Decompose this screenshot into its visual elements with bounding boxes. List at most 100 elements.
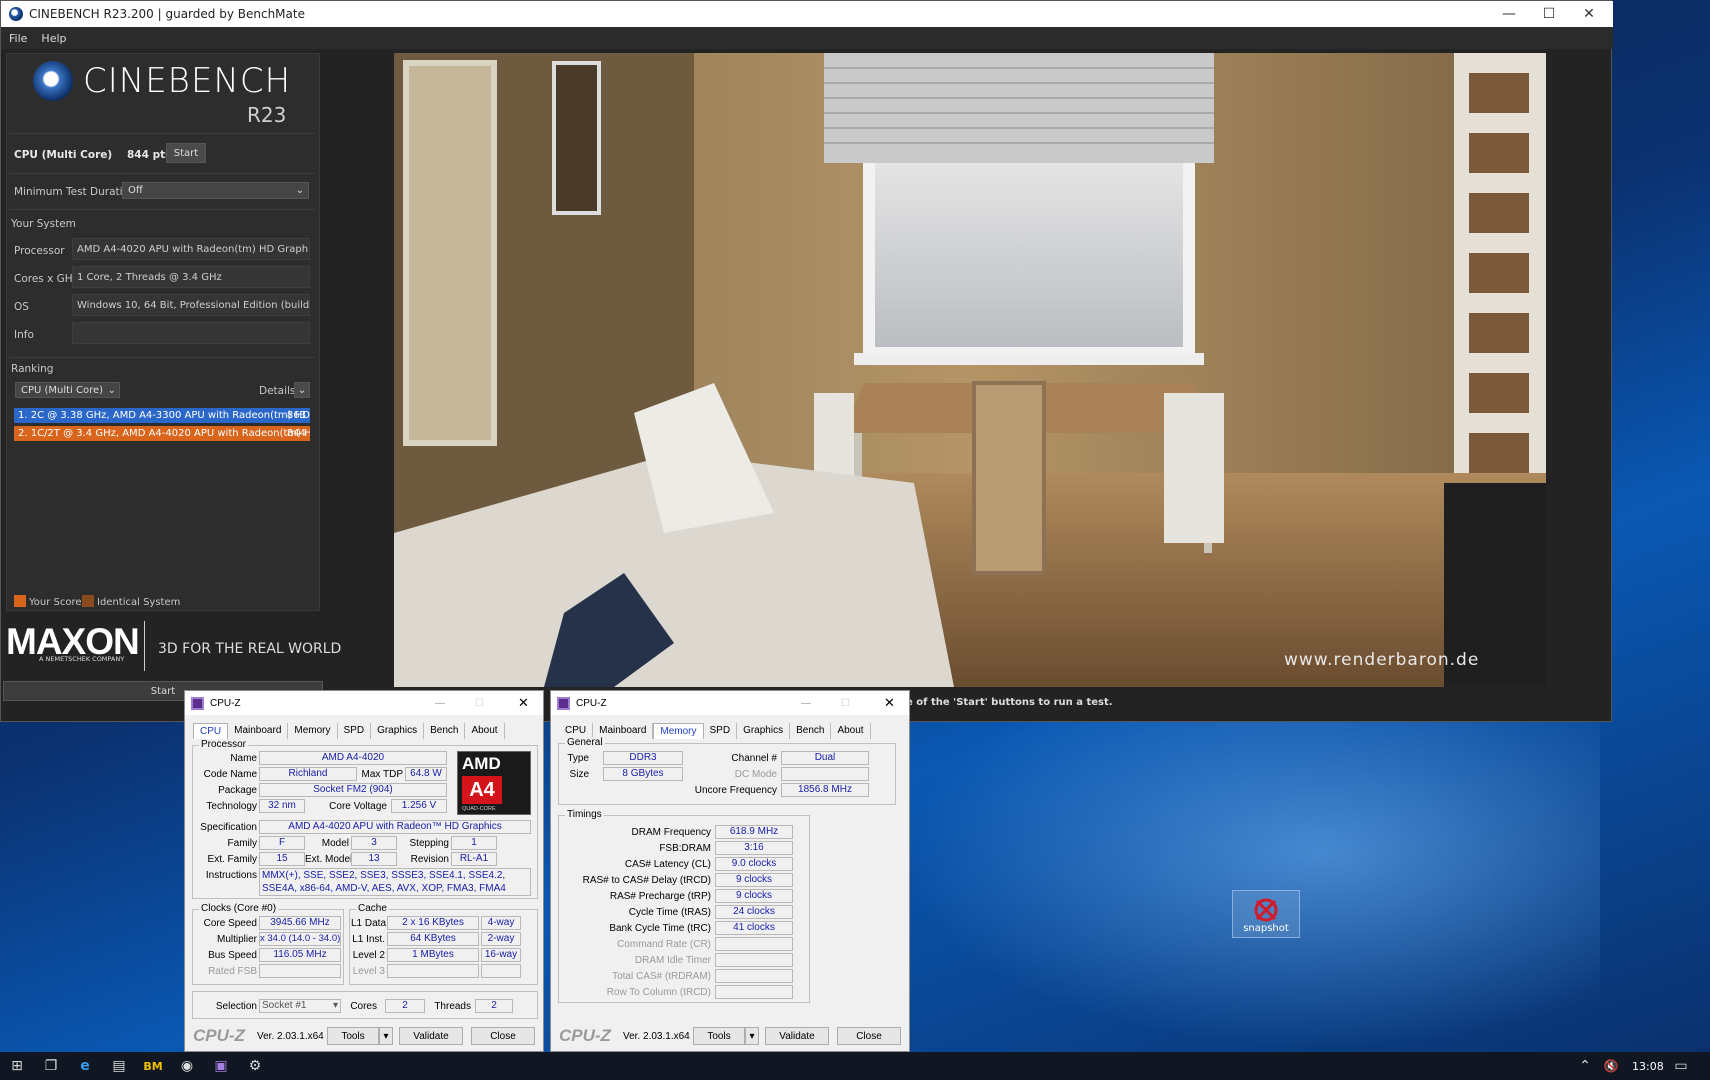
cinebench-titlebar[interactable]: CINEBENCH R23.200 | guarded by BenchMate… xyxy=(1,1,1613,27)
minimize-icon[interactable]: — xyxy=(801,698,811,709)
threads-label: Threads xyxy=(434,1001,471,1012)
group-title: Timings xyxy=(565,809,604,820)
close-button[interactable]: Close xyxy=(837,1027,901,1045)
tab-memory[interactable]: Memory xyxy=(288,723,338,739)
technology-value: 32 nm xyxy=(259,799,305,813)
tab-graphics[interactable]: Graphics xyxy=(737,723,791,739)
validate-button[interactable]: Validate xyxy=(399,1027,463,1045)
start-button[interactable]: Start xyxy=(166,143,206,163)
tools-dropdown[interactable]: ▾ xyxy=(745,1027,759,1045)
corespeed-label: Core Speed xyxy=(203,918,257,929)
l1d-way: 4-way xyxy=(481,916,521,930)
ranking-row[interactable]: 2. 1C/2T @ 3.4 GHz, AMD A4-4020 APU with… xyxy=(14,426,310,441)
maximize-icon[interactable]: ☐ xyxy=(841,698,850,709)
busspeed-label: Bus Speed xyxy=(208,950,257,961)
min-duration-select[interactable]: Off ⌄ xyxy=(122,182,309,199)
ranking-row[interactable]: 1. 2C @ 3.38 GHz, AMD A4-3300 APU with R… xyxy=(14,408,310,423)
maximize-icon[interactable]: ☐ xyxy=(475,698,484,709)
l2-label: Level 2 xyxy=(352,950,385,961)
close-icon[interactable]: ✕ xyxy=(518,695,529,711)
menubar: File Help xyxy=(1,27,1613,49)
dcmode-value xyxy=(781,767,869,781)
cinebench-taskbar-icon[interactable]: ◉ xyxy=(170,1052,204,1080)
multiplier-label: Multiplier xyxy=(216,934,257,945)
tools-dropdown[interactable]: ▾ xyxy=(379,1027,393,1045)
timing-value: 24 clocks xyxy=(715,905,793,919)
selection-select[interactable]: Socket #1 ▾ xyxy=(259,999,341,1013)
validate-button[interactable]: Validate xyxy=(765,1027,829,1045)
cpuz-version: Ver. 2.03.1.x64 xyxy=(623,1030,690,1042)
ranking-row-score: 844 xyxy=(286,428,306,439)
info-field[interactable] xyxy=(72,322,310,344)
desktop-wallpaper-glow xyxy=(900,720,1600,1050)
group-title: General xyxy=(565,737,605,748)
tools-button[interactable]: Tools xyxy=(327,1027,379,1045)
processor-label: Processor xyxy=(14,245,65,257)
divider xyxy=(9,133,315,134)
minimize-icon[interactable]: — xyxy=(1489,1,1529,27)
snapshot-desktop-icon[interactable]: snapshot xyxy=(1232,890,1300,938)
windows-start-icon[interactable]: ⊞ xyxy=(0,1052,34,1080)
settings-gear-icon[interactable]: ⚙ xyxy=(238,1052,272,1080)
timing-label: Cycle Time (tRAS) xyxy=(628,907,711,918)
clock-time[interactable]: 13:08 xyxy=(1632,1060,1664,1073)
name-value: AMD A4-4020 xyxy=(259,751,447,765)
size-value: 8 GBytes xyxy=(603,767,683,781)
extmodel-value: 13 xyxy=(351,852,397,866)
l3-value xyxy=(387,964,479,978)
tab-about[interactable]: About xyxy=(831,723,871,739)
menu-help[interactable]: Help xyxy=(41,32,66,45)
maxon-sub: A NEMETSCHEK COMPANY xyxy=(39,655,125,663)
file-explorer-icon[interactable]: ▤ xyxy=(102,1052,136,1080)
menu-file[interactable]: File xyxy=(9,32,27,45)
l1i-label: L1 Inst. xyxy=(352,934,385,945)
tab-memory[interactable]: Memory xyxy=(653,723,704,739)
score-value: 844 pts xyxy=(127,149,172,161)
chevron-down-icon: ▾ xyxy=(332,1000,338,1011)
maximize-icon[interactable]: ☐ xyxy=(1529,1,1569,27)
speaker-muted-icon[interactable]: 🔇 xyxy=(1594,1052,1628,1080)
maxon-tagline: 3D FOR THE REAL WORLD xyxy=(158,641,342,657)
chevron-down-icon: ⌄ xyxy=(295,185,304,196)
tab-spd[interactable]: SPD xyxy=(704,723,738,739)
timing-label: DRAM Idle Timer xyxy=(634,955,711,966)
ranking-row-text: 1. 2C @ 3.38 GHz, AMD A4-3300 APU with R… xyxy=(18,410,310,421)
minimize-icon[interactable]: — xyxy=(435,698,445,709)
tab-cpu[interactable]: CPU xyxy=(193,723,229,739)
timing-value: 41 clocks xyxy=(715,921,793,935)
selection-label: Selection xyxy=(215,1001,257,1012)
selection-value: Socket #1 xyxy=(262,1000,307,1011)
edge-browser-icon[interactable]: e xyxy=(68,1052,102,1080)
cpuz-memory-window: CPU-Z — ☐ ✕ CPU Mainboard Memory SPD Gra… xyxy=(550,690,910,1052)
type-value: DDR3 xyxy=(603,751,683,765)
cpuz-titlebar[interactable]: CPU-Z — ☐ ✕ xyxy=(185,691,543,715)
cpuz-taskbar-icon[interactable]: ▣ xyxy=(204,1052,238,1080)
close-icon[interactable]: ✕ xyxy=(884,695,895,711)
extmodel-label: Ext. Model xyxy=(305,854,353,865)
ranking-select[interactable]: CPU (Multi Core) ⌄ xyxy=(15,382,120,398)
channel-label: Channel # xyxy=(731,753,777,764)
timing-label: Row To Column (tRCD) xyxy=(606,987,711,998)
details-toggle[interactable]: ⌄ xyxy=(294,382,310,398)
tab-bench[interactable]: Bench xyxy=(424,723,466,739)
notification-icon[interactable]: ▭ xyxy=(1664,1052,1698,1080)
tab-bench[interactable]: Bench xyxy=(790,723,832,739)
tab-about[interactable]: About xyxy=(465,723,505,739)
revision-label: Revision xyxy=(410,854,449,865)
task-view-icon[interactable]: ❐ xyxy=(34,1052,68,1080)
timing-value: 618.9 MHz xyxy=(715,825,793,839)
tools-button[interactable]: Tools xyxy=(693,1027,745,1045)
benchmate-icon[interactable]: BM xyxy=(136,1052,170,1080)
tab-graphics[interactable]: Graphics xyxy=(371,723,425,739)
cpuz-titlebar[interactable]: CPU-Z — ☐ ✕ xyxy=(551,691,909,715)
close-icon[interactable]: ✕ xyxy=(1569,1,1609,27)
tab-mainboard[interactable]: Mainboard xyxy=(228,723,289,739)
size-label: Size xyxy=(569,769,589,780)
your-score-swatch xyxy=(14,595,26,607)
model-value: 3 xyxy=(351,836,397,850)
channel-value: Dual xyxy=(781,751,869,765)
extfamily-label: Ext. Family xyxy=(207,854,257,865)
tab-spd[interactable]: SPD xyxy=(338,723,372,739)
close-button[interactable]: Close xyxy=(471,1027,535,1045)
logo-model: A4 xyxy=(462,776,502,804)
